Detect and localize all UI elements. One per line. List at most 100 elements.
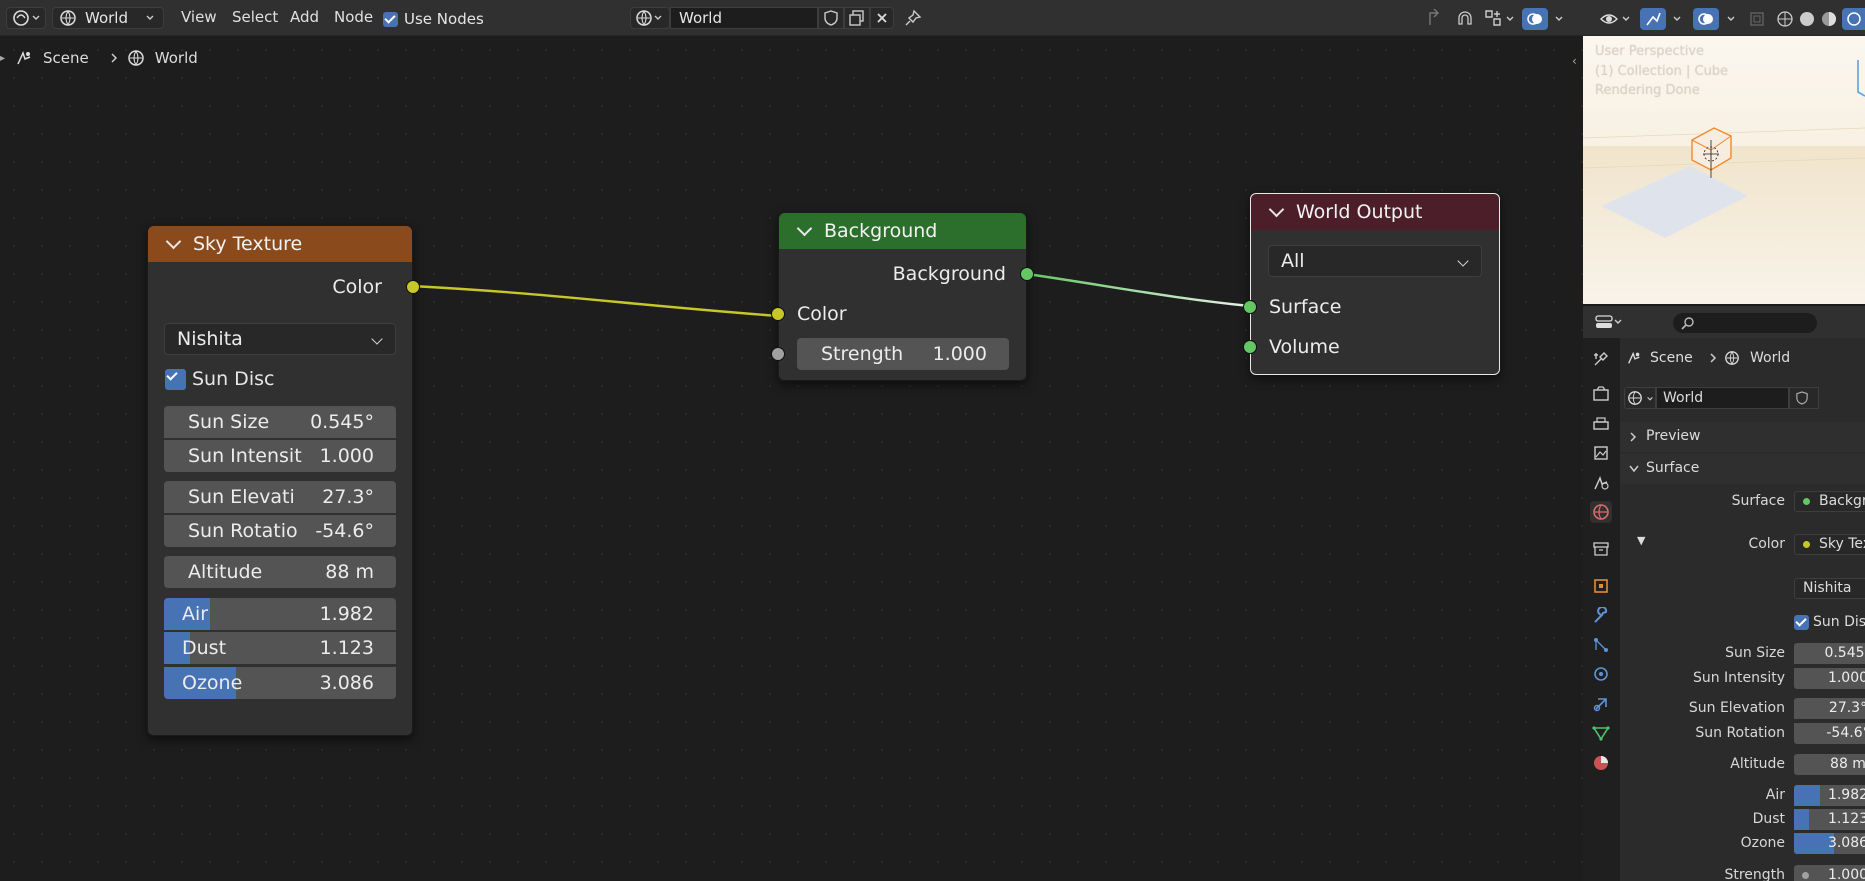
sky-type-dropdown[interactable]: Nishita: [1794, 578, 1865, 599]
world-output-node[interactable]: World Output All Surface Volume: [1243, 193, 1500, 375]
tab-modifiers[interactable]: [1590, 605, 1612, 627]
wireframe-shading-icon[interactable]: [1776, 10, 1794, 28]
surface-input-socket[interactable]: [1243, 300, 1257, 314]
menu-node[interactable]: Node: [334, 0, 373, 32]
shader-type-dropdown[interactable]: World: [52, 7, 164, 29]
tab-data[interactable]: [1590, 722, 1612, 744]
particles-icon: [1594, 638, 1608, 652]
chevron-down-icon[interactable]: [1505, 14, 1515, 24]
fake-user-button[interactable]: [818, 7, 844, 29]
background-node[interactable]: Background Background Color Strength 1.0…: [771, 212, 1034, 381]
sky-color-output-socket[interactable]: [406, 280, 420, 294]
background-output-socket[interactable]: [1020, 267, 1034, 281]
tab-view-layer[interactable]: [1590, 442, 1612, 464]
chevron-down-icon[interactable]: [1621, 14, 1631, 24]
background-color-input-socket[interactable]: [771, 307, 785, 321]
overlays-button[interactable]: [1522, 8, 1548, 30]
render-target-dropdown[interactable]: All: [1268, 245, 1482, 277]
properties-editor-type-button[interactable]: [1595, 312, 1633, 332]
sun-size-field[interactable]: Sun Size 0.545°: [164, 406, 396, 438]
3d-viewport[interactable]: User Perspective (1) Collection | Cube R…: [1583, 36, 1865, 304]
world-browse-button[interactable]: [630, 7, 670, 29]
sun-disc-checkbox[interactable]: [165, 368, 186, 390]
field-label: Sun Intensit: [188, 445, 302, 467]
editor-type-button[interactable]: [6, 7, 46, 29]
duplicate-button[interactable]: [844, 7, 870, 29]
sun-elevation-field[interactable]: 27.3°: [1794, 698, 1865, 719]
tab-world[interactable]: [1590, 501, 1612, 523]
parent-node-icon[interactable]: [1425, 9, 1443, 27]
air-slider[interactable]: 1.982: [1794, 785, 1865, 806]
volume-input-socket[interactable]: [1243, 340, 1257, 354]
sun-intensity-field[interactable]: Sun Intensit 1.000: [164, 440, 396, 472]
tab-object[interactable]: [1590, 575, 1612, 597]
fake-user-button[interactable]: [1789, 387, 1819, 409]
rendered-shading-button[interactable]: [1842, 8, 1865, 30]
pin-icon[interactable]: [904, 9, 922, 27]
ozone-slider[interactable]: 3.086: [1794, 833, 1865, 854]
sky-texture-node-header[interactable]: Sky Texture: [148, 226, 412, 262]
world-browse-button[interactable]: [1624, 387, 1656, 409]
chevron-down-icon[interactable]: [1554, 14, 1564, 24]
sky-texture-node[interactable]: Sky Texture Color Nishita Sun Disc Sun S…: [147, 225, 420, 736]
strength-field[interactable]: 1.000: [1794, 865, 1865, 881]
surface-panel-header[interactable]: Surface: [1620, 454, 1865, 484]
sky-type-dropdown[interactable]: Nishita: [164, 323, 396, 355]
world-name-field[interactable]: World: [1656, 387, 1789, 409]
sun-rotation-field[interactable]: Sun Rotatio -54.6°: [164, 515, 396, 547]
surface-shader-dropdown[interactable]: Background: [1794, 491, 1865, 512]
color-input-dropdown[interactable]: Sky Texture: [1794, 534, 1865, 555]
tab-tool[interactable]: [1590, 348, 1612, 370]
tab-collection[interactable]: [1590, 538, 1612, 560]
dust-slider[interactable]: 1.123: [1794, 809, 1865, 830]
snap-icon[interactable]: [1455, 8, 1475, 28]
material-shading-icon[interactable]: [1820, 10, 1838, 28]
use-nodes-toggle[interactable]: Use Nodes: [383, 10, 484, 28]
tab-output[interactable]: [1590, 413, 1612, 435]
collapse-chevron-icon[interactable]: [796, 220, 813, 237]
tab-render[interactable]: [1590, 383, 1612, 405]
tab-constraints[interactable]: [1590, 693, 1612, 715]
view-object-types-icon[interactable]: [1599, 10, 1619, 28]
background-node-header[interactable]: Background: [779, 213, 1026, 249]
tab-particles[interactable]: [1590, 634, 1612, 656]
sun-elevation-field[interactable]: Sun Elevati 27.3°: [164, 481, 396, 513]
menu-select[interactable]: Select: [232, 0, 278, 32]
sun-intensity-field[interactable]: 1.000: [1794, 668, 1865, 689]
world-output-node-header[interactable]: World Output: [1251, 194, 1499, 230]
preview-panel-header[interactable]: Preview: [1620, 422, 1865, 452]
ozone-slider[interactable]: Ozone 3.086: [164, 667, 396, 699]
sun-disc-checkbox[interactable]: [1794, 614, 1809, 630]
chevron-down-icon[interactable]: [1726, 14, 1736, 24]
snap-target-icon[interactable]: [1483, 8, 1503, 28]
gizmo-toggle[interactable]: [1640, 8, 1666, 30]
world-name-field[interactable]: World: [670, 7, 818, 29]
tab-scene[interactable]: [1590, 472, 1612, 494]
sun-disc-toggle[interactable]: Sun Disc: [1794, 614, 1865, 630]
sun-rotation-field[interactable]: -54.6°: [1794, 723, 1865, 744]
air-slider[interactable]: Air 1.982: [164, 598, 396, 630]
tab-material[interactable]: [1590, 752, 1612, 774]
menu-view[interactable]: View: [181, 0, 217, 32]
use-nodes-checkbox[interactable]: [383, 11, 398, 27]
unlink-button[interactable]: [870, 7, 894, 29]
collapse-chevron-icon[interactable]: [1268, 201, 1285, 218]
tab-physics[interactable]: [1590, 663, 1612, 685]
overlays-toggle[interactable]: [1693, 8, 1719, 30]
rendered-shading-icon: [1847, 12, 1861, 26]
menu-add[interactable]: Add: [290, 0, 319, 32]
chevron-down-icon[interactable]: [1672, 14, 1682, 24]
node-editor-canvas[interactable]: ▸ Scene World ‹ Sky Texture Color Nishit…: [0, 36, 1583, 881]
collapse-chevron-icon[interactable]: [165, 233, 182, 250]
sun-size-field[interactable]: 0.545°: [1794, 643, 1865, 664]
xray-icon[interactable]: [1749, 11, 1765, 27]
background-strength-input-socket[interactable]: [771, 347, 785, 361]
dust-slider[interactable]: Dust 1.123: [164, 632, 396, 664]
altitude-field[interactable]: Altitude 88 m: [164, 556, 396, 588]
properties-search-input[interactable]: [1673, 313, 1817, 333]
sun-disc-label: Sun Disc: [192, 368, 275, 390]
altitude-field[interactable]: 88 m: [1794, 754, 1865, 775]
solid-shading-icon[interactable]: [1798, 10, 1816, 28]
sun-disc-toggle[interactable]: Sun Disc: [165, 368, 274, 390]
strength-field[interactable]: Strength 1.000: [797, 338, 1009, 370]
